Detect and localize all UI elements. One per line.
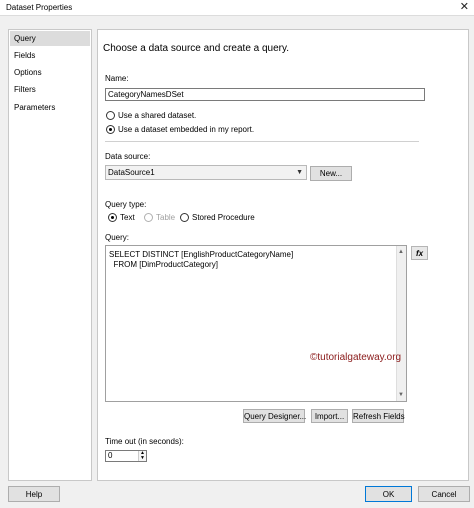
query-type-text-radio[interactable] bbox=[108, 213, 117, 222]
name-field[interactable]: CategoryNamesDSet bbox=[105, 88, 425, 101]
refresh-fields-button[interactable]: Refresh Fields bbox=[352, 409, 405, 423]
query-designer-button[interactable]: Query Designer... bbox=[243, 409, 306, 423]
query-type-text-label: Text bbox=[120, 213, 135, 222]
timeout-stepper[interactable]: 0 ▲ ▼ bbox=[105, 450, 147, 462]
query-type-storedproc-label: Stored Procedure bbox=[192, 213, 255, 222]
query-type-table-label: Table bbox=[156, 213, 176, 222]
query-type-label: Query type: bbox=[105, 200, 147, 209]
help-button[interactable]: Help bbox=[8, 486, 60, 502]
main-panel: Choose a data source and create a query.… bbox=[97, 29, 469, 481]
sidebar-item-fields[interactable]: Fields bbox=[10, 48, 90, 63]
expression-fx-button[interactable]: fx bbox=[411, 246, 428, 260]
timeout-label: Time out (in seconds): bbox=[105, 437, 184, 446]
separator bbox=[105, 141, 419, 142]
embedded-dataset-radio[interactable] bbox=[106, 125, 115, 134]
sidebar-item-parameters[interactable]: Parameters bbox=[10, 100, 90, 115]
datasource-label: Data source: bbox=[105, 152, 151, 161]
query-line: SELECT DISTINCT [EnglishProductCategoryN… bbox=[109, 250, 294, 259]
cancel-button[interactable]: Cancel bbox=[418, 486, 470, 502]
new-datasource-button[interactable]: New... bbox=[310, 166, 352, 181]
timeout-value: 0 bbox=[108, 451, 113, 460]
sidebar: Query Fields Options Filters Parameters bbox=[8, 29, 92, 481]
query-editor[interactable]: SELECT DISTINCT [EnglishProductCategoryN… bbox=[105, 245, 407, 402]
scroll-down-icon[interactable]: ▼ bbox=[398, 390, 404, 400]
query-scrollbar[interactable]: ▲ ▼ bbox=[396, 246, 406, 401]
page-heading: Choose a data source and create a query. bbox=[103, 43, 290, 54]
ok-button[interactable]: OK bbox=[365, 486, 412, 502]
name-label: Name: bbox=[105, 74, 129, 83]
window-title: Dataset Properties bbox=[6, 3, 73, 12]
watermark: ©tutorialgateway.org bbox=[310, 352, 402, 363]
embedded-dataset-label: Use a dataset embedded in my report. bbox=[118, 125, 255, 134]
sidebar-item-filters[interactable]: Filters bbox=[10, 82, 90, 97]
scroll-up-icon[interactable]: ▲ bbox=[398, 247, 404, 257]
datasource-value: DataSource1 bbox=[108, 168, 155, 177]
title-bar: Dataset Properties ✕ bbox=[0, 0, 474, 16]
datasource-select[interactable]: DataSource1 ▼ bbox=[105, 165, 307, 180]
shared-dataset-label: Use a shared dataset. bbox=[118, 111, 197, 120]
query-line: FROM [DimProductCategory] bbox=[109, 260, 218, 269]
header-band: Choose a data source and create a query. bbox=[98, 30, 468, 62]
sidebar-item-options[interactable]: Options bbox=[10, 65, 90, 80]
query-label: Query: bbox=[105, 233, 130, 242]
shared-dataset-radio[interactable] bbox=[106, 111, 115, 120]
chevron-down-icon: ▼ bbox=[296, 169, 303, 176]
sidebar-item-query[interactable]: Query bbox=[10, 31, 90, 46]
import-button[interactable]: Import... bbox=[311, 409, 348, 423]
query-type-table-radio bbox=[144, 213, 153, 222]
stepper-arrows-icon[interactable]: ▲ ▼ bbox=[138, 451, 146, 461]
query-type-storedproc-radio[interactable] bbox=[180, 213, 189, 222]
close-icon[interactable]: ✕ bbox=[460, 1, 469, 13]
